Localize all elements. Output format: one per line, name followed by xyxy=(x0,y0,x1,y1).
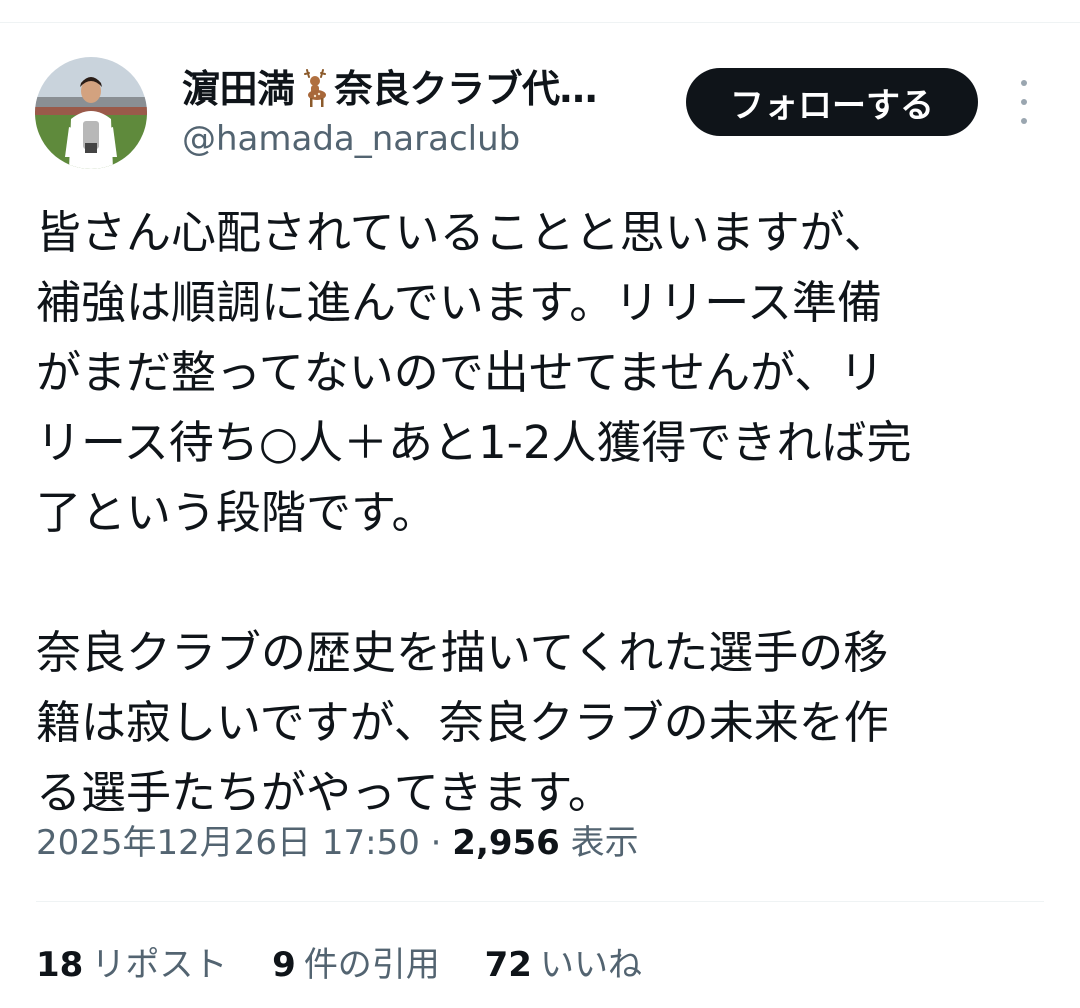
tweet-line: 皆さん心配されていることと思いますが、 xyxy=(36,206,889,259)
more-dot xyxy=(1021,99,1027,105)
quotes-count: 9 xyxy=(272,945,296,985)
timestamp[interactable]: 2025年12月26日 17:50 xyxy=(36,823,420,863)
more-dot xyxy=(1021,118,1027,124)
engagement-stats: 18 リポスト 9 件の引用 72 いいね xyxy=(36,940,676,990)
more-vertical-icon[interactable] xyxy=(1006,80,1042,124)
tweet-line: 了という段階です。 xyxy=(36,486,437,539)
quotes-stat[interactable]: 9 件の引用 xyxy=(272,945,440,985)
meta-separator: · xyxy=(419,823,453,863)
author-name: 濵田満 xyxy=(182,67,295,111)
likes-label: いいね xyxy=(539,945,642,985)
views-count: 2,956 xyxy=(452,823,560,863)
reposts-count: 18 xyxy=(36,945,84,985)
tweet-text: 皆さん心配されていることと思いますが、 補強は順調に進んでいます。リリース準備 … xyxy=(36,198,1036,828)
avatar[interactable] xyxy=(35,57,147,169)
tweet-line: 補強は順調に進んでいます。リリース準備 xyxy=(36,276,883,329)
follow-button[interactable]: フォローする xyxy=(686,68,978,136)
tweet-line: 奈良クラブの歴史を描いてくれた選手の移 xyxy=(36,626,889,679)
likes-count: 72 xyxy=(484,945,532,985)
author-display-name[interactable]: 濵田満 奈良クラブ代… xyxy=(182,66,598,112)
profile-photo-icon xyxy=(35,57,147,169)
reposts-stat[interactable]: 18 リポスト xyxy=(36,945,227,985)
reposts-label: リポスト xyxy=(91,945,228,985)
quotes-label: 件の引用 xyxy=(303,945,440,985)
likes-stat[interactable]: 72 いいね xyxy=(485,945,642,985)
tweet-line: リース待ち○人＋あと1-2人獲得できれば完 xyxy=(36,416,912,469)
more-dot xyxy=(1021,80,1027,86)
author-name-suffix: 奈良クラブ代… xyxy=(334,67,598,111)
tweet-line: 籍は寂しいですが、奈良クラブの未来を作 xyxy=(36,696,889,749)
stats-divider xyxy=(36,901,1044,902)
deer-icon xyxy=(303,69,326,107)
views-label: 表示 xyxy=(570,823,639,863)
tweet-line: がまだ整ってないので出せてませんが、リ xyxy=(36,346,885,399)
author-handle[interactable]: @hamada_naraclub xyxy=(182,118,520,160)
tweet-meta: 2025年12月26日 17:50 · 2,956 表示 xyxy=(36,818,639,868)
top-divider xyxy=(0,22,1080,23)
